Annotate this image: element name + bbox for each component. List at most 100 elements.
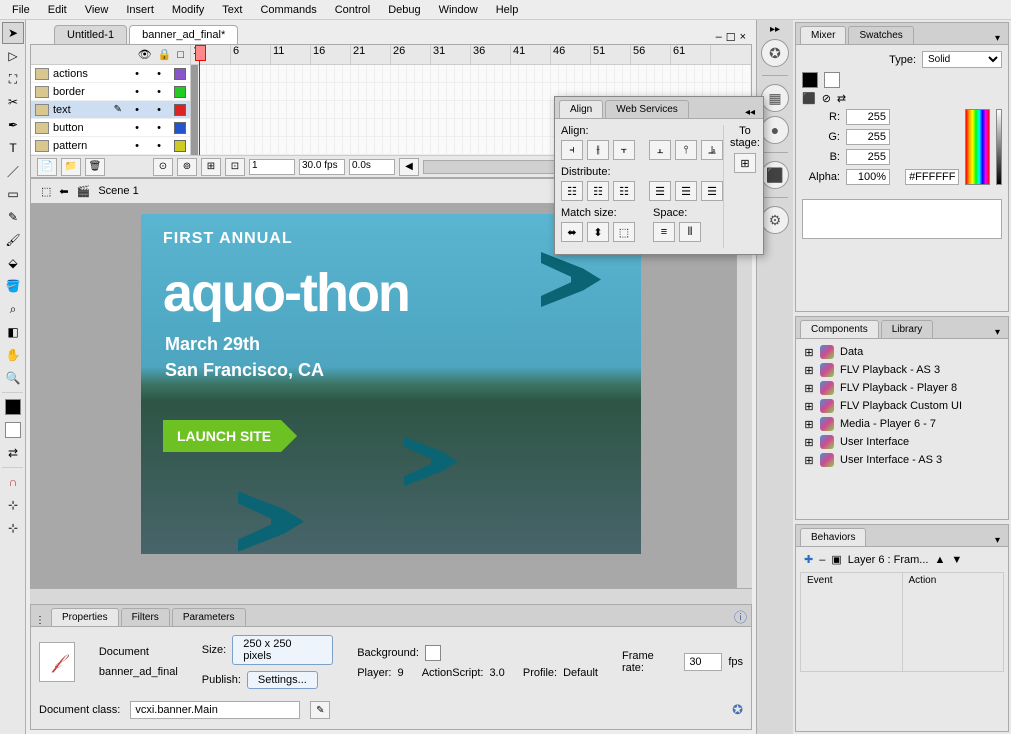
- layer-row[interactable]: actions ••: [31, 65, 190, 83]
- snap-to-objects[interactable]: ∩: [2, 471, 24, 493]
- edit-bar-icon[interactable]: ⬚: [41, 185, 51, 198]
- tab-align[interactable]: Align: [559, 100, 603, 118]
- stage-canvas[interactable]: FIRST ANNUAL aquo-thon March 29th San Fr…: [141, 214, 641, 554]
- dist-bottom-button[interactable]: ☷: [613, 181, 635, 201]
- menu-commands[interactable]: Commands: [252, 2, 324, 18]
- component-item[interactable]: ⊞ FLV Playback Custom UI: [800, 397, 1004, 415]
- publish-settings-button[interactable]: Settings...: [247, 671, 318, 689]
- panel-collapse-icon[interactable]: ◂◂: [741, 107, 759, 118]
- menu-insert[interactable]: Insert: [118, 2, 162, 18]
- selection-tool[interactable]: ➤: [2, 22, 24, 44]
- component-item[interactable]: ⊞ User Interface: [800, 433, 1004, 451]
- layer-color-swatch[interactable]: [174, 122, 186, 134]
- tab-mixer[interactable]: Mixer: [800, 26, 846, 44]
- zoom-tool[interactable]: 🔍: [2, 367, 24, 389]
- scroll-left-button[interactable]: ◀: [399, 158, 419, 176]
- panel-menu-icon[interactable]: ▾: [991, 327, 1004, 338]
- add-behavior-button[interactable]: ✚: [804, 553, 813, 566]
- swap-colors[interactable]: ⇄: [2, 442, 24, 464]
- pencil-tool[interactable]: ✎: [2, 206, 24, 228]
- lasso-tool[interactable]: ✂: [2, 91, 24, 113]
- menu-debug[interactable]: Debug: [380, 2, 428, 18]
- layer-row[interactable]: pattern ••: [31, 137, 190, 155]
- layer-toggle-dots[interactable]: ••: [126, 68, 170, 80]
- delete-layer-button[interactable]: 🗑: [85, 158, 105, 176]
- align-panel[interactable]: Align Web Services ◂◂ Align: ⫞ ⫲ ⫟ ⫠ ⫯ ⫡: [554, 96, 764, 255]
- dist-left-button[interactable]: ☰: [649, 181, 671, 201]
- fill-swatch[interactable]: [824, 72, 840, 88]
- expand-icon[interactable]: ⊞: [804, 400, 814, 413]
- menu-text[interactable]: Text: [214, 2, 250, 18]
- menu-edit[interactable]: Edit: [40, 2, 75, 18]
- tab-library[interactable]: Library: [881, 320, 934, 338]
- back-icon[interactable]: ⬅: [59, 185, 68, 198]
- close-doc-icon[interactable]: ×: [740, 31, 746, 44]
- swap-swatch-icon[interactable]: ⬛: [802, 92, 816, 105]
- layer-row[interactable]: text ✎ ••: [31, 101, 190, 119]
- tab-components[interactable]: Components: [800, 320, 879, 338]
- dist-right-button[interactable]: ☰: [701, 181, 723, 201]
- component-item[interactable]: ⊞ FLV Playback - Player 8: [800, 379, 1004, 397]
- dock-icon-e[interactable]: ⚙: [761, 206, 789, 234]
- to-stage-button[interactable]: ⊞: [734, 153, 756, 173]
- expand-icon[interactable]: ⊞: [804, 418, 814, 431]
- onion-outline-button[interactable]: ⊚: [177, 158, 197, 176]
- layer-toggle-dots[interactable]: ••: [126, 86, 170, 98]
- document-class-input[interactable]: [130, 701, 300, 719]
- playhead[interactable]: [199, 45, 200, 155]
- expand-icon[interactable]: ⊞: [804, 346, 814, 359]
- stage-h-scrollbar[interactable]: [30, 588, 752, 604]
- dist-hcenter-button[interactable]: ☰: [675, 181, 697, 201]
- doc-tab-banner[interactable]: banner_ad_final*: [129, 25, 238, 44]
- menu-view[interactable]: View: [77, 2, 117, 18]
- track-row[interactable]: [191, 65, 751, 83]
- tab-behaviors[interactable]: Behaviors: [800, 528, 866, 546]
- edit-class-button[interactable]: ✎: [310, 701, 330, 719]
- onion-skin-button[interactable]: ⊙: [153, 158, 173, 176]
- menu-help[interactable]: Help: [488, 2, 527, 18]
- component-item[interactable]: ⊞ Media - Player 6 - 7: [800, 415, 1004, 433]
- expand-icon[interactable]: ⊞: [804, 364, 814, 377]
- option-tool-a[interactable]: ⊹: [2, 494, 24, 516]
- dock-icon-a[interactable]: ✪: [761, 39, 789, 67]
- hand-tool[interactable]: ✋: [2, 344, 24, 366]
- layer-toggle-dots[interactable]: ••: [126, 122, 170, 134]
- lock-icon[interactable]: 🔒: [158, 48, 172, 61]
- align-bottom-button[interactable]: ⫡: [701, 140, 723, 160]
- restore-doc-icon[interactable]: ☐: [726, 31, 736, 44]
- no-color-icon[interactable]: ⊘: [822, 92, 831, 105]
- align-top-button[interactable]: ⫠: [649, 140, 671, 160]
- doc-tab-untitled[interactable]: Untitled-1: [54, 25, 127, 44]
- alpha-input[interactable]: [846, 169, 890, 185]
- dist-top-button[interactable]: ☷: [561, 181, 583, 201]
- layer-color-swatch[interactable]: [174, 86, 186, 98]
- layer-toggle-dots[interactable]: ••: [126, 104, 170, 116]
- center-frame-button[interactable]: ⊡: [225, 158, 245, 176]
- layer-color-swatch[interactable]: [174, 68, 186, 80]
- rectangle-tool[interactable]: ▭: [2, 183, 24, 205]
- ink-bottle-tool[interactable]: ⬙: [2, 252, 24, 274]
- remove-behavior-button[interactable]: –: [819, 554, 825, 566]
- tab-swatches[interactable]: Swatches: [848, 26, 913, 44]
- dock-icon-d[interactable]: ⬛: [761, 161, 789, 189]
- align-left-button[interactable]: ⫞: [561, 140, 583, 160]
- align-vcenter-button[interactable]: ⫯: [675, 140, 697, 160]
- g-input[interactable]: [846, 129, 890, 145]
- eye-icon[interactable]: 👁: [138, 48, 152, 61]
- tab-properties[interactable]: Properties: [51, 608, 119, 626]
- space-h-button[interactable]: ⦀: [679, 222, 701, 242]
- outline-icon[interactable]: □: [177, 49, 184, 61]
- layer-color-swatch[interactable]: [174, 140, 186, 152]
- eraser-tool[interactable]: ◧: [2, 321, 24, 343]
- b-input[interactable]: [846, 149, 890, 165]
- match-width-button[interactable]: ⬌: [561, 222, 583, 242]
- action-column-header[interactable]: Action: [903, 573, 1004, 671]
- hex-input[interactable]: [905, 169, 959, 185]
- framerate-input[interactable]: [684, 653, 722, 671]
- expand-icon[interactable]: ⊞: [804, 382, 814, 395]
- menu-modify[interactable]: Modify: [164, 2, 212, 18]
- panel-menu-icon[interactable]: ▾: [991, 33, 1004, 44]
- minimize-doc-icon[interactable]: –: [716, 31, 722, 44]
- stage-v-scrollbar[interactable]: [736, 204, 752, 588]
- panel-menu-icon[interactable]: ▾: [991, 535, 1004, 546]
